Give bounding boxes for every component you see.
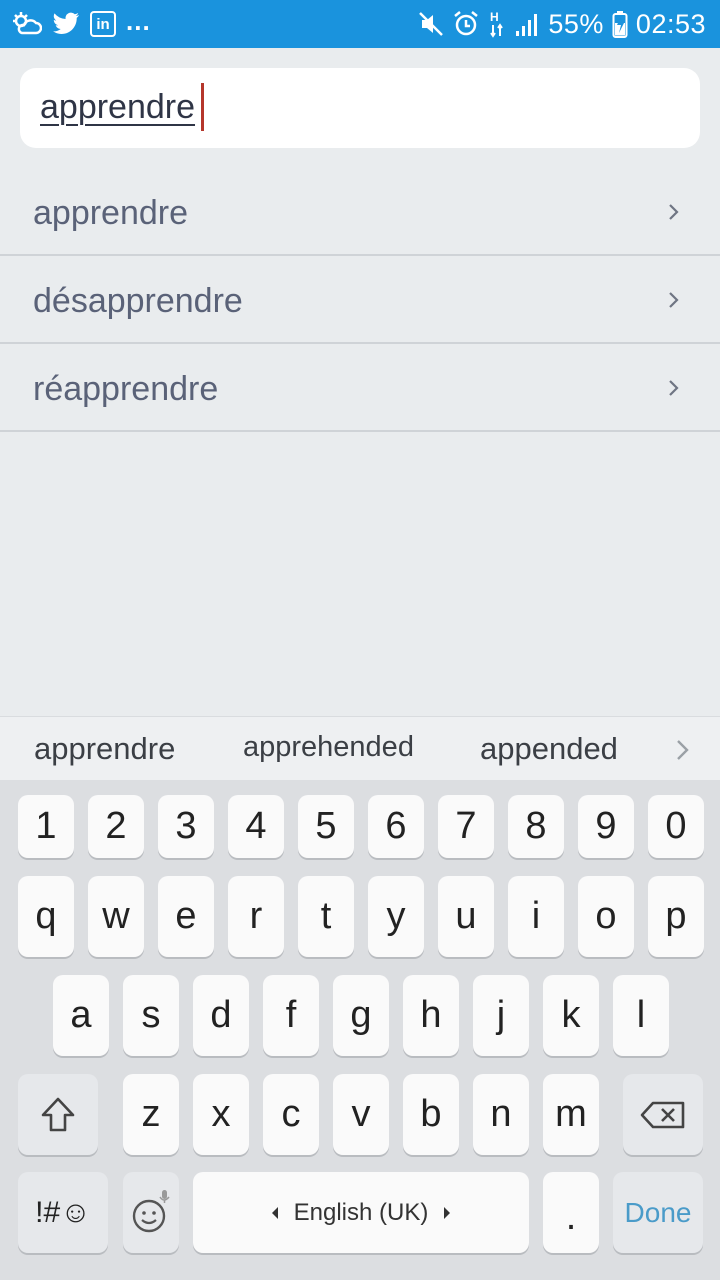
suggestion-item[interactable]: apprendre — [34, 731, 175, 767]
battery-icon — [612, 10, 628, 38]
key[interactable]: h — [403, 975, 459, 1056]
key[interactable]: t — [298, 876, 354, 957]
chevron-right-icon — [669, 380, 679, 396]
svg-text:H: H — [490, 10, 499, 24]
notification-overflow: ... — [126, 5, 151, 36]
key[interactable]: j — [473, 975, 529, 1056]
key[interactable]: q — [18, 876, 74, 957]
alarm-icon — [452, 10, 480, 38]
keyboard-suggestions-bar: apprendre apprehended appended — [0, 716, 720, 780]
result-label: réapprendre — [33, 370, 219, 408]
space-key[interactable]: English (UK) — [193, 1172, 529, 1253]
result-item[interactable]: apprendre — [0, 168, 720, 256]
key[interactable]: m — [543, 1074, 599, 1155]
done-key[interactable]: Done — [613, 1172, 703, 1253]
result-item[interactable]: désapprendre — [0, 256, 720, 344]
key[interactable]: a — [53, 975, 109, 1056]
key[interactable]: y — [368, 876, 424, 957]
key[interactable]: e — [158, 876, 214, 957]
suggestions-expand-icon[interactable] — [672, 737, 692, 763]
result-label: désapprendre — [33, 282, 243, 320]
key[interactable]: c — [263, 1074, 319, 1155]
key[interactable]: 8 — [508, 795, 564, 858]
key[interactable]: d — [193, 975, 249, 1056]
status-bar-notifications: in ... — [12, 5, 151, 40]
search-input-value: apprendre — [40, 88, 196, 126]
mute-icon — [418, 11, 444, 37]
key[interactable]: u — [438, 876, 494, 957]
results-list: apprendre désapprendre réapprendre — [0, 168, 720, 432]
key[interactable]: k — [543, 975, 599, 1056]
emoji-key[interactable] — [123, 1172, 179, 1253]
key[interactable]: 3 — [158, 795, 214, 858]
key[interactable]: i — [508, 876, 564, 957]
space-key-label: English (UK) — [293, 1198, 429, 1226]
symbols-key[interactable]: !#☺ — [18, 1172, 108, 1253]
key[interactable]: 2 — [88, 795, 144, 858]
key[interactable]: 0 — [648, 795, 704, 858]
key[interactable]: 5 — [298, 795, 354, 858]
key[interactable]: v — [333, 1074, 389, 1155]
signal-icon — [514, 11, 540, 37]
battery-percent: 55% — [548, 8, 604, 39]
weather-icon — [12, 11, 42, 37]
keyboard: 1 2 3 4 5 6 7 8 9 0 q w e r t y u i o p … — [0, 780, 720, 1280]
linkedin-icon: in — [90, 11, 116, 37]
twitter-icon — [52, 12, 80, 36]
period-key[interactable]: . — [543, 1172, 599, 1253]
emoji-icon — [132, 1189, 170, 1232]
h-network-icon: H — [488, 10, 506, 38]
key[interactable]: s — [123, 975, 179, 1056]
key[interactable]: r — [228, 876, 284, 957]
key[interactable]: 4 — [228, 795, 284, 858]
language-right-icon — [444, 1206, 451, 1219]
key[interactable]: 6 — [368, 795, 424, 858]
key[interactable]: x — [193, 1074, 249, 1155]
key[interactable]: g — [333, 975, 389, 1056]
key[interactable]: p — [648, 876, 704, 957]
language-left-icon — [271, 1206, 278, 1219]
key[interactable]: 1 — [18, 795, 74, 858]
suggestion-item[interactable]: appended — [480, 731, 618, 767]
key[interactable]: f — [263, 975, 319, 1056]
clock: 02:53 — [635, 8, 706, 39]
backspace-icon — [640, 1101, 685, 1128]
key[interactable]: z — [123, 1074, 179, 1155]
chevron-right-icon — [669, 292, 679, 308]
shift-key[interactable] — [18, 1074, 98, 1155]
key[interactable]: l — [613, 975, 669, 1056]
key[interactable]: b — [403, 1074, 459, 1155]
status-bar-system: H 55% 02:53 — [418, 8, 706, 40]
key[interactable]: w — [88, 876, 144, 957]
text-caret — [201, 83, 204, 131]
suggestion-item[interactable]: apprehended — [243, 731, 414, 764]
key[interactable]: o — [578, 876, 634, 957]
key[interactable]: n — [473, 1074, 529, 1155]
search-input[interactable]: apprendre — [20, 68, 700, 148]
result-label: apprendre — [33, 194, 189, 232]
chevron-right-icon — [669, 204, 679, 220]
result-item[interactable]: réapprendre — [0, 344, 720, 432]
shift-icon — [41, 1097, 75, 1131]
key[interactable]: 7 — [438, 795, 494, 858]
backspace-key[interactable] — [623, 1074, 703, 1155]
status-bar: in ... H 55% 02:53 — [0, 0, 720, 48]
key[interactable]: 9 — [578, 795, 634, 858]
